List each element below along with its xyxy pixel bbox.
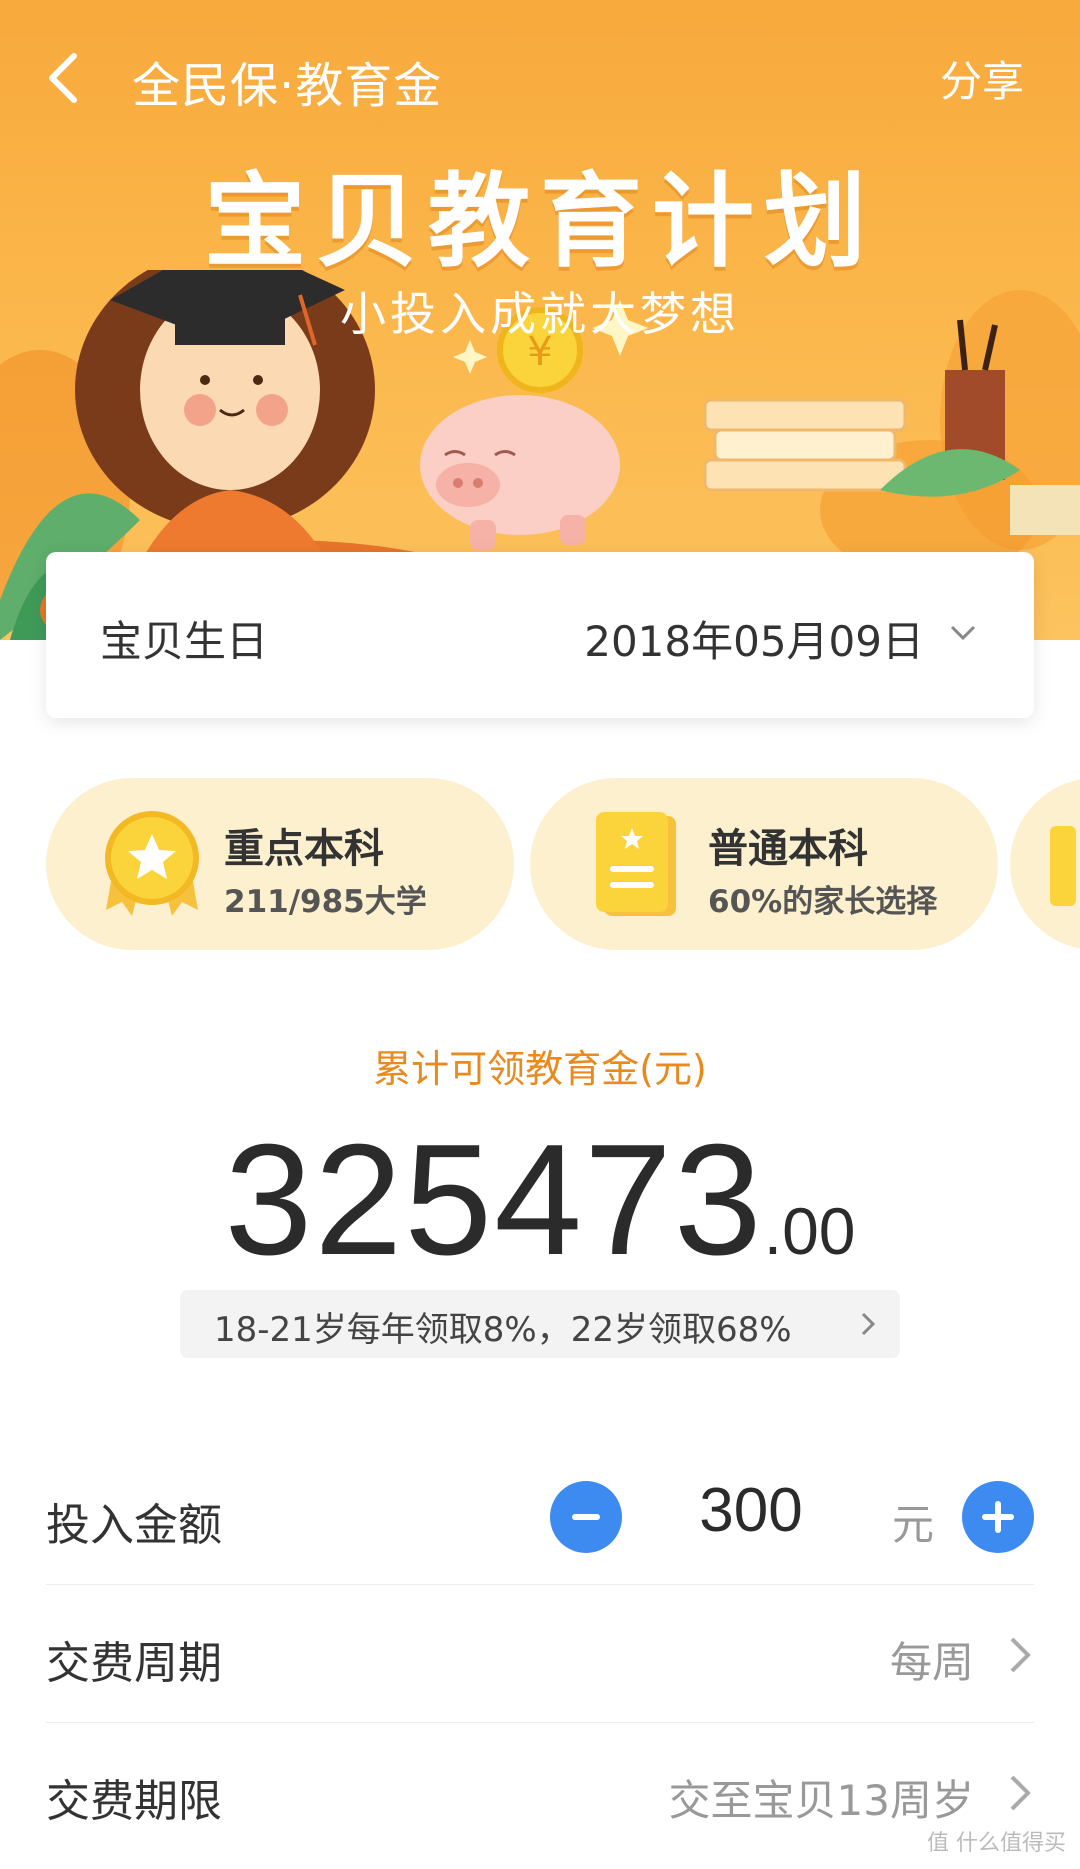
hero-banner: ¥ 全民保·教育金 分享 宝贝教育计划 小投入成就大梦想 [0, 0, 1080, 640]
plan-desc-text: 211/985大学 [224, 884, 427, 920]
payout-rule-link[interactable]: 18-21岁每年领取8%，22岁领取68% [180, 1290, 900, 1358]
notebook-icon [596, 812, 676, 916]
payment-period-value: 每周 [889, 1638, 974, 1687]
chevron-left-icon[interactable] [40, 50, 90, 106]
birthday-label: 宝贝生日 [100, 617, 269, 666]
amount-label: 累计可领教育金(元) [373, 1047, 707, 1091]
medal-icon [105, 811, 199, 916]
investment-label: 投入金额 [46, 1500, 222, 1551]
investment-unit: 元 [892, 1500, 935, 1549]
plan-title: 重点本科 [224, 826, 384, 872]
plan-card-regular-university[interactable]: 普通本科 60%的家长选择 [530, 778, 998, 950]
amount-decimal: .00 [763, 1194, 856, 1268]
share-button[interactable]: 分享 [940, 48, 1024, 109]
page-title: 全民保·教育金 [132, 58, 443, 114]
watermark: 值 什么值得买 [927, 1831, 1066, 1856]
payout-rule-text: 18-21岁每年领取8%，22岁领取68% [214, 1310, 792, 1350]
plan-desc: 60%的家长选择 [708, 876, 937, 921]
chevron-right-icon [861, 1312, 876, 1336]
hero-title: 宝贝教育计划 [204, 163, 876, 282]
decrease-button[interactable] [550, 1481, 622, 1553]
plan-desc: 211/985大学 [224, 876, 427, 921]
chevron-down-icon [950, 625, 976, 641]
chevron-right-icon [1010, 1637, 1031, 1673]
plus-icon [982, 1501, 1014, 1533]
increase-button[interactable] [962, 1481, 1034, 1553]
plan-card-key-university[interactable]: 重点本科 211/985大学 [46, 778, 514, 950]
payment-period-row[interactable]: 交费周期 每周 [46, 1585, 1034, 1723]
chevron-right-icon [1010, 1775, 1031, 1811]
payment-term-value: 交至宝贝13周岁 [668, 1776, 974, 1825]
payment-term-row[interactable]: 交费期限 交至宝贝13周岁 [46, 1723, 1034, 1861]
investment-value[interactable]: 300 [666, 1475, 836, 1546]
birthday-selector[interactable]: 宝贝生日 2018年05月09日 [46, 552, 1034, 718]
payment-period-label: 交费周期 [46, 1638, 222, 1689]
plan-options: 重点本科 211/985大学 普通本科 60%的家长选择 [0, 778, 1080, 950]
hero-subtitle: 小投入成就大梦想 [340, 287, 740, 341]
investment-row: 投入金额 300 元 [46, 1447, 1034, 1585]
birthday-value: 2018年05月09日 [584, 617, 924, 666]
plan-card-partial[interactable] [1010, 778, 1080, 950]
payment-term-label: 交费期限 [46, 1776, 222, 1827]
nav-bar: 全民保·教育金 分享 [0, 40, 1080, 114]
plan-title: 普通本科 [708, 826, 868, 872]
amount-integer: 325473 [224, 1112, 764, 1288]
plan-partial-icon [1050, 826, 1076, 906]
minus-icon [572, 1514, 600, 1520]
amount-value: 325473.00 [0, 1110, 1080, 1291]
plan-desc-text: 60%的家长选择 [708, 884, 938, 920]
page: ¥ 全民保·教育金 分享 宝贝教育计划 小投入成就大梦想 宝贝生日 2018年0… [0, 0, 1080, 1869]
